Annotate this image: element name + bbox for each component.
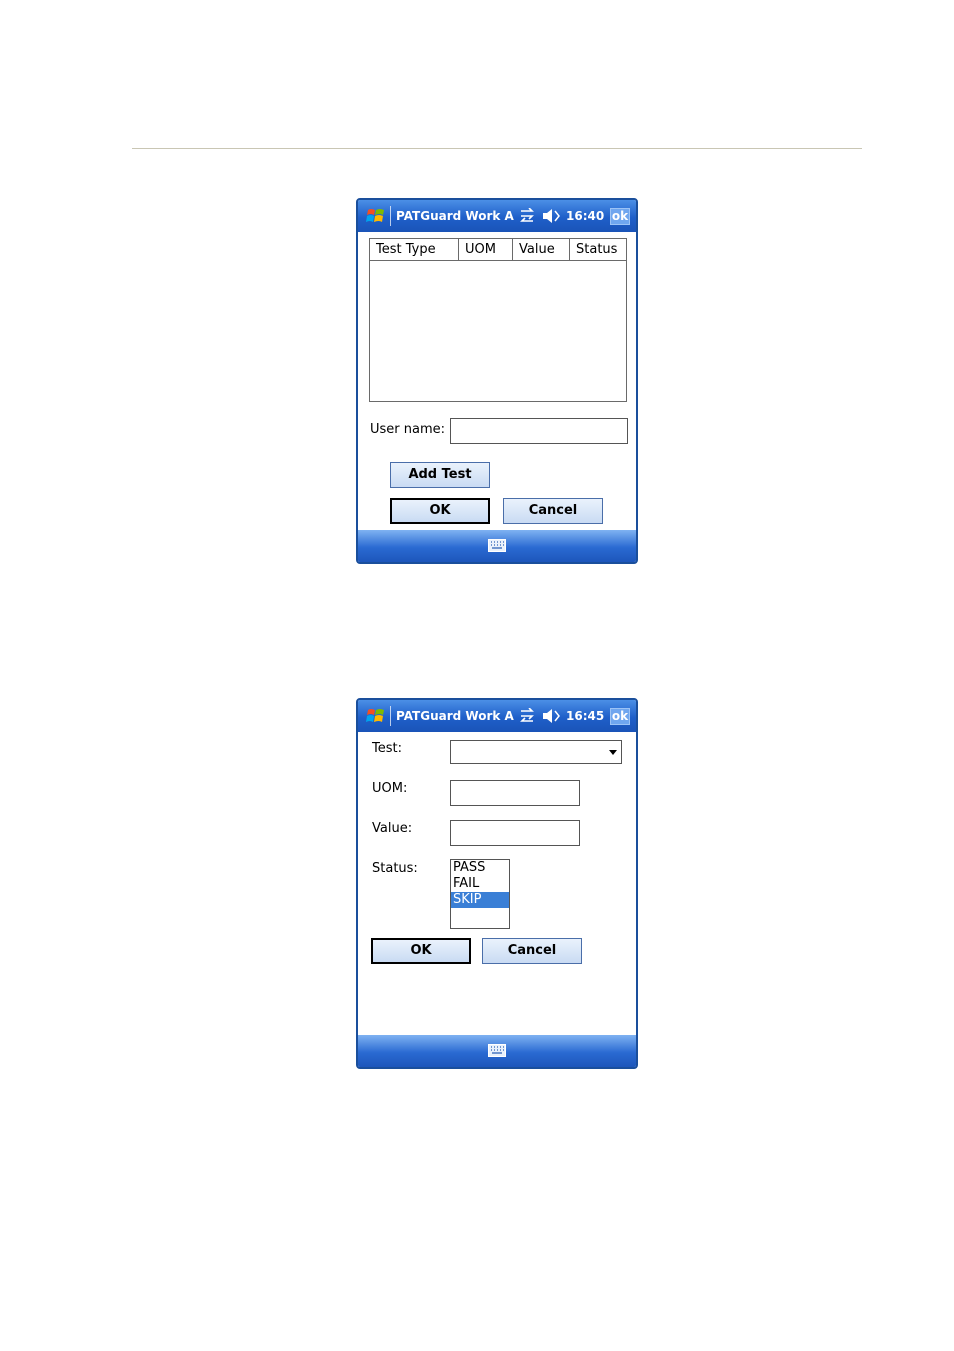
windows-start-icon[interactable] bbox=[366, 706, 386, 726]
status-listbox[interactable]: PASS FAIL SKIP bbox=[450, 859, 510, 929]
status-option-skip[interactable]: SKIP bbox=[451, 892, 509, 908]
user-name-input[interactable] bbox=[450, 418, 628, 444]
clock: 16:40 bbox=[566, 209, 605, 223]
title-separator bbox=[390, 706, 391, 726]
cancel-button[interactable]: Cancel bbox=[482, 938, 582, 964]
keyboard-icon[interactable] bbox=[488, 539, 506, 552]
list-header: Test Type UOM Value Status bbox=[370, 239, 626, 261]
status-option-fail[interactable]: FAIL bbox=[451, 876, 509, 892]
app-title: PATGuard Work Al bbox=[396, 209, 514, 223]
clock: 16:45 bbox=[566, 709, 605, 723]
value-input[interactable] bbox=[450, 820, 580, 846]
device-screen-test-list: PATGuard Work Al 16:40 ok Test Type UOM … bbox=[356, 198, 638, 564]
title-separator bbox=[390, 206, 391, 226]
title-bar: PATGuard Work Al 16:45 ok bbox=[358, 700, 636, 732]
test-label: Test: bbox=[372, 741, 402, 756]
column-header-test-type[interactable]: Test Type bbox=[370, 239, 459, 260]
uom-input[interactable] bbox=[450, 780, 580, 806]
chevron-down-icon[interactable] bbox=[609, 750, 617, 755]
status-label: Status: bbox=[372, 861, 418, 876]
title-bar: PATGuard Work Al 16:40 ok bbox=[358, 200, 636, 232]
user-name-label: User name: bbox=[370, 422, 446, 437]
test-dropdown[interactable] bbox=[450, 740, 622, 764]
uom-label: UOM: bbox=[372, 781, 408, 796]
connectivity-icon[interactable] bbox=[518, 708, 536, 724]
volume-muted-icon[interactable] bbox=[542, 208, 562, 224]
page-divider bbox=[132, 148, 862, 149]
device-screen-add-test: PATGuard Work Al 16:45 ok Test: UOM: Val… bbox=[356, 698, 638, 1069]
title-ok-button[interactable]: ok bbox=[610, 208, 630, 225]
volume-muted-icon[interactable] bbox=[542, 708, 562, 724]
title-ok-button[interactable]: ok bbox=[610, 708, 630, 725]
cancel-button[interactable]: Cancel bbox=[503, 498, 603, 524]
column-header-uom[interactable]: UOM bbox=[459, 239, 513, 260]
connectivity-icon[interactable] bbox=[518, 208, 536, 224]
ok-button[interactable]: OK bbox=[371, 938, 471, 964]
windows-start-icon[interactable] bbox=[366, 206, 386, 226]
menu-bar bbox=[358, 1035, 636, 1067]
add-test-button[interactable]: Add Test bbox=[390, 462, 490, 488]
value-label: Value: bbox=[372, 821, 413, 836]
column-header-status[interactable]: Status bbox=[570, 239, 626, 260]
status-option-pass[interactable]: PASS bbox=[451, 860, 509, 876]
keyboard-icon[interactable] bbox=[488, 1044, 506, 1057]
ok-button[interactable]: OK bbox=[390, 498, 490, 524]
app-title: PATGuard Work Al bbox=[396, 709, 514, 723]
column-header-value[interactable]: Value bbox=[513, 239, 570, 260]
test-list-view[interactable]: Test Type UOM Value Status bbox=[369, 238, 627, 402]
menu-bar bbox=[358, 530, 636, 562]
